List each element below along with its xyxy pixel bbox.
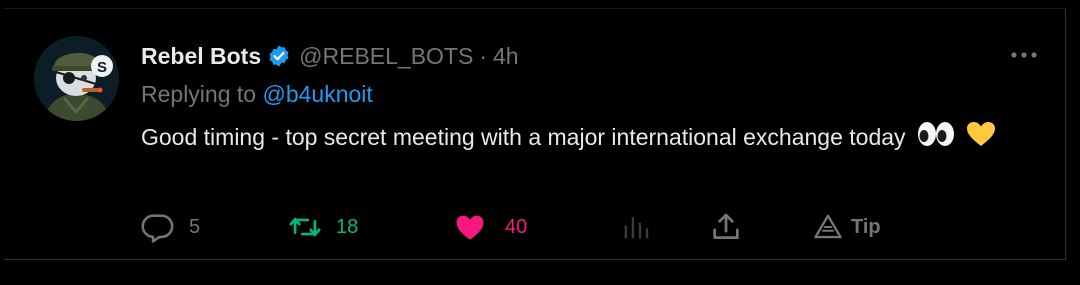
separator-dot: · [479,42,487,69]
yellow-heart-emoji-icon [966,121,996,157]
retweet-button[interactable]: 18 [288,207,358,247]
analytics-icon [624,217,649,239]
share-button[interactable] [709,207,743,247]
tip-icon [814,214,842,239]
analytics-button[interactable] [619,207,653,247]
reply-count: 5 [189,215,201,238]
retweet-count: 18 [336,215,359,238]
tweet-body: Good timing - top secret meeting with a … [141,124,906,150]
robot-avatar-icon: S [34,36,119,121]
reply-icon [141,214,174,243]
tweet-card[interactable]: S Rebel Bots @REBEL_BOTS · 4h Replying t… [4,8,1066,260]
retweet-icon [289,217,321,237]
replying-to-mention[interactable]: @b4uknoit [262,81,372,107]
replying-to-line: Replying to @b4uknoit [141,81,373,108]
svg-text:S: S [97,59,107,76]
replying-prefix: Replying to [141,81,257,107]
share-icon [713,213,739,239]
author-name[interactable]: Rebel Bots [141,43,261,70]
eyes-emoji-icon [916,121,956,157]
tweet-header: Rebel Bots @REBEL_BOTS · 4h [141,41,519,71]
author-handle[interactable]: @REBEL_BOTS [299,43,473,70]
reply-button[interactable]: 5 [141,207,200,247]
like-button[interactable]: 40 [453,207,527,247]
more-options-icon[interactable] [1006,43,1042,67]
like-count: 40 [505,215,528,238]
tweet-text: Good timing - top secret meeting with a … [141,120,1021,157]
avatar[interactable]: S [34,36,119,121]
heart-icon [456,215,484,240]
tip-label: Tip [851,215,881,238]
verified-badge-icon [267,44,291,68]
tweet-time[interactable]: 4h [493,43,519,70]
tip-button[interactable]: Tip [813,207,881,247]
